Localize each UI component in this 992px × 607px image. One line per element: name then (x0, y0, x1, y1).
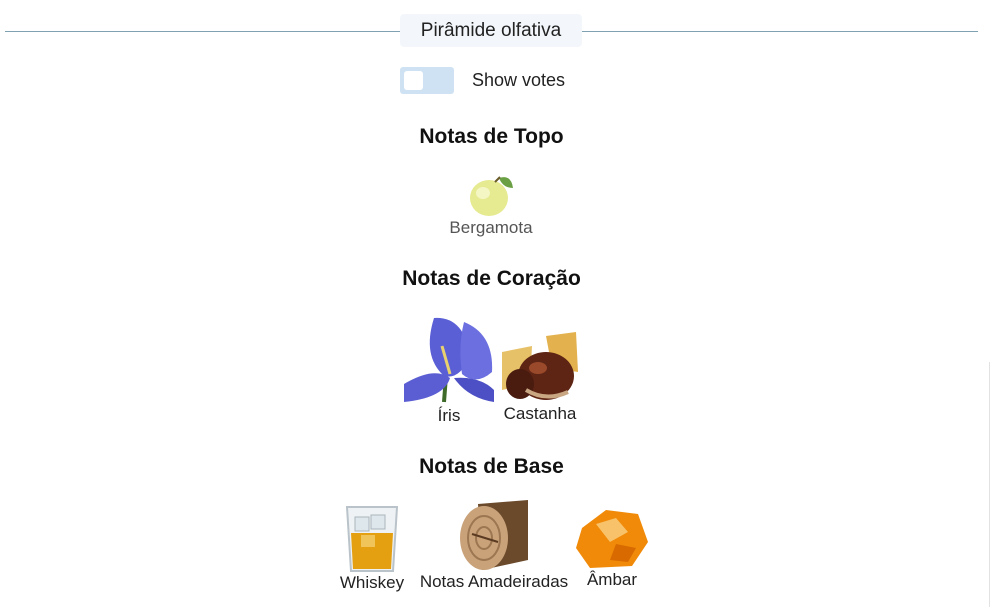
note-castanha[interactable]: Castanha (500, 332, 580, 424)
chestnut-icon (500, 332, 580, 402)
whiskey-glass-icon (335, 505, 409, 573)
top-notes-heading: Notas de Topo (419, 125, 564, 148)
heart-notes-heading: Notas de Coração (402, 267, 581, 290)
note-label: Bergamota (449, 218, 533, 237)
note-label: Íris (437, 406, 461, 425)
note-label: Âmbar (586, 570, 638, 589)
note-iris[interactable]: Íris (402, 316, 496, 426)
base-notes-heading: Notas de Base (419, 455, 564, 478)
show-votes-row: Show votes (400, 67, 565, 94)
show-votes-label: Show votes (472, 70, 566, 90)
note-whiskey[interactable]: Whiskey (335, 505, 409, 593)
scrollbar-edge (989, 362, 990, 607)
note-label: Whiskey (339, 573, 405, 592)
iris-flower-icon (402, 316, 496, 404)
bergamot-icon (440, 172, 542, 218)
note-label: Castanha (503, 404, 577, 423)
section-title: Pirâmide olfativa (400, 14, 582, 47)
note-ambar[interactable]: Âmbar (574, 508, 650, 590)
toggle-knob (404, 71, 423, 90)
note-bergamota[interactable]: Bergamota (440, 172, 542, 238)
amber-stone-icon (574, 508, 650, 570)
note-label: Notas Amadeiradas (419, 572, 569, 591)
show-votes-toggle[interactable] (400, 67, 454, 94)
wood-log-icon (414, 500, 574, 572)
note-notas-amadeiradas[interactable]: Notas Amadeiradas (414, 500, 574, 592)
